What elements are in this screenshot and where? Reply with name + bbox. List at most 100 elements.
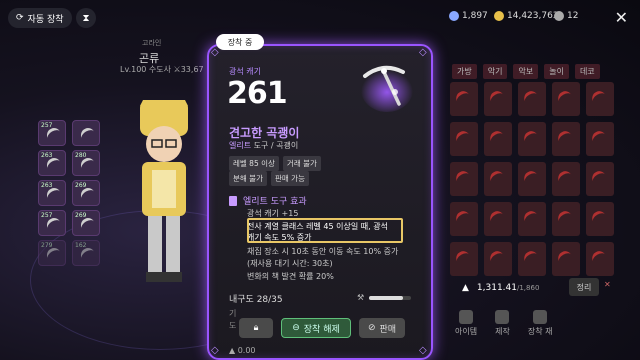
inventory-slot[interactable]: [450, 122, 478, 156]
inventory-slot[interactable]: [586, 122, 614, 156]
character-title: 고라인: [142, 39, 162, 47]
inventory-slot[interactable]: 279: [38, 240, 66, 266]
tag-trade: 거래 불가: [282, 156, 321, 171]
gold-coin-icon: [494, 11, 504, 21]
inventory-slot[interactable]: 269: [72, 210, 100, 236]
tag-level-requirement: 레벨 85 이상: [229, 156, 279, 171]
gem-currency: 1,897: [449, 11, 488, 21]
menu-item-items[interactable]: 아이템: [455, 310, 477, 337]
right-inventory-grid: [450, 82, 614, 276]
effect-line: 채집 장소 시 10초 동안 이동 속도 10% 증가: [247, 247, 399, 256]
inventory-slot[interactable]: [586, 242, 614, 276]
weight-icon: ▲: [462, 283, 469, 293]
tab-deco[interactable]: 데코: [574, 64, 600, 79]
weight-max: /1,860: [517, 284, 540, 292]
durability-fill: [369, 296, 403, 300]
screen: ⟳ 자동 장착 ⧗ 고라인 곤류 Lv.100 수도사 ⚔33,67 257 2…: [0, 0, 640, 360]
effect-line: (재사용 대기 시간: 30초): [247, 259, 333, 268]
menu-item-craft[interactable]: 제작: [495, 310, 510, 337]
highlight-box: [247, 218, 403, 243]
inventory-slot[interactable]: 269: [72, 180, 100, 206]
tag-row: 분해 불가 판매 가능: [229, 171, 309, 186]
effect-heading: 엘리트 도구 효과: [229, 194, 307, 207]
inventory-slot[interactable]: [552, 82, 580, 116]
tab-play[interactable]: 놀이: [544, 64, 569, 79]
inventory-slot[interactable]: [450, 82, 478, 116]
lock-button[interactable]: 🔒︎: [239, 318, 273, 338]
tag-disassemble: 분해 불가: [229, 171, 267, 186]
tab-instrument[interactable]: 악기: [482, 64, 508, 79]
corner-ornament-icon: ◇: [419, 345, 427, 356]
inventory-slot[interactable]: [518, 122, 546, 156]
tag-row: 레벨 85 이상 거래 불가: [229, 156, 321, 171]
inventory-slot[interactable]: [518, 162, 546, 196]
inventory-slot[interactable]: 257: [38, 120, 66, 146]
wrench-icon: ⚒: [357, 293, 365, 302]
inventory-slot[interactable]: [552, 202, 580, 236]
hourglass-icon[interactable]: ⧗: [76, 8, 96, 28]
tag-sell: 판매 가능: [270, 171, 309, 186]
inventory-slot[interactable]: [450, 202, 478, 236]
craft-icon: [495, 310, 510, 324]
item-type: 도구 / 곡괭이: [251, 141, 299, 150]
inventory-slot[interactable]: [586, 82, 614, 116]
inventory-slot[interactable]: 263: [38, 150, 66, 176]
inventory-slot[interactable]: 263: [38, 180, 66, 206]
inventory-slot[interactable]: 257: [38, 210, 66, 236]
auto-equip-button[interactable]: ⟳ 자동 장착: [8, 8, 72, 28]
ticket-icon: [554, 11, 564, 21]
effect-icon: [229, 195, 237, 206]
gold-currency: 14,423,763: [494, 11, 559, 21]
equipped-badge: 장착 중: [216, 34, 264, 50]
lock-icon: 🔒︎: [253, 323, 259, 333]
inventory-slot[interactable]: [450, 162, 478, 196]
pickaxe-icon: [361, 65, 413, 112]
close-icon[interactable]: ✕: [615, 8, 628, 27]
tab-score[interactable]: 악보: [513, 64, 539, 79]
inventory-slot[interactable]: [552, 242, 580, 276]
inventory-slot[interactable]: [552, 162, 580, 196]
price: ▲ 0.00: [229, 346, 256, 355]
inventory-slot[interactable]: [518, 202, 546, 236]
left-inventory: 257 263 280 263 269 257 269 279 162: [38, 120, 100, 266]
ticket-amount: 12: [567, 11, 579, 21]
unequip-button[interactable]: ⊖ 장착 해제: [281, 318, 351, 338]
pickaxe-icon: [533, 310, 548, 324]
faded-text: 도: [229, 321, 237, 330]
menu-item-equip[interactable]: 장착 재: [528, 310, 552, 337]
gold-amount: 14,423,763: [507, 11, 559, 21]
inventory-slot[interactable]: [552, 122, 580, 156]
inventory-slot[interactable]: [586, 202, 614, 236]
bag-icon: [459, 310, 474, 324]
durability-bar: [369, 296, 411, 300]
inventory-slot[interactable]: [586, 162, 614, 196]
item-name: 견고한 곡괭이: [229, 126, 300, 140]
inventory-slot[interactable]: [518, 242, 546, 276]
minus-circle-icon: ⊖: [292, 323, 300, 333]
inventory-slot[interactable]: [72, 120, 100, 146]
inventory-slot[interactable]: [450, 242, 478, 276]
inventory-slot[interactable]: [484, 162, 512, 196]
item-category: 엘리트 도구 / 곡괭이: [229, 140, 298, 151]
sell-button[interactable]: ⊘ 판매: [359, 318, 405, 338]
stat-value: 261: [227, 76, 288, 111]
inventory-tabs: 가방 악기 악보 놀이 데코: [452, 64, 600, 79]
inventory-slot[interactable]: 280: [72, 150, 100, 176]
inventory-slot[interactable]: [518, 82, 546, 116]
inventory-slot[interactable]: [484, 82, 512, 116]
item-detail-card: ◇ ◇ ◇ ◇ 광석 캐기 261 견고한 곡괭이 엘리트 도구 / 곡괭이 레…: [207, 44, 433, 360]
pickaxe-icon: [78, 125, 98, 145]
sort-button[interactable]: 정리: [569, 278, 599, 296]
inventory-slot[interactable]: [484, 242, 512, 276]
auto-equip-label: 자동 장착: [27, 14, 64, 25]
inventory-slot[interactable]: 162: [72, 240, 100, 266]
character-level: Lv.100 수도사 ⚔33,67: [120, 65, 204, 74]
effect-line: 변화의 책 발견 확률 20%: [247, 272, 334, 281]
sell-icon: ⊘: [367, 323, 376, 333]
inventory-slot[interactable]: [484, 122, 512, 156]
inventory-slot[interactable]: [484, 202, 512, 236]
durability-label: 내구도 28/35: [229, 295, 283, 305]
tab-bag[interactable]: 가방: [452, 64, 477, 79]
x-icon[interactable]: ✕: [604, 280, 616, 292]
bottom-menu: 아이템 제작 장착 재: [455, 310, 552, 337]
